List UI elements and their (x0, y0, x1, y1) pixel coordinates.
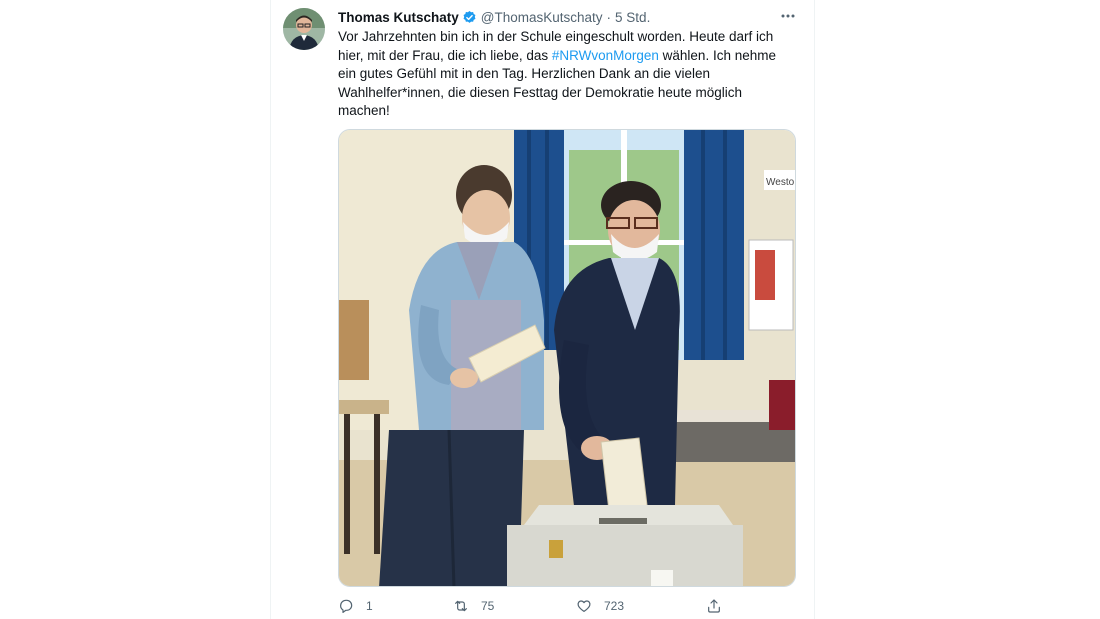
reply-button[interactable]: 1 (338, 598, 373, 614)
retweet-count: 75 (481, 599, 495, 613)
separator-dot: · (606, 9, 612, 25)
tweet-text: Vor Jahrzehnten bin ich in der Schule ei… (338, 28, 790, 121)
more-icon[interactable] (777, 6, 799, 26)
share-button[interactable] (706, 598, 722, 614)
tweet-photo[interactable]: Westo (338, 129, 796, 587)
hashtag-link[interactable]: #NRWvonMorgen (552, 48, 659, 63)
timeline-border-right (814, 0, 815, 619)
share-icon (708, 599, 720, 613)
author-name[interactable]: Thomas Kutschaty (338, 10, 459, 25)
author-handle[interactable]: @ThomasKutschaty (481, 10, 603, 25)
tweet-header: Thomas Kutschaty @ThomasKutschaty · 5 St… (338, 8, 650, 26)
avatar[interactable] (283, 8, 325, 50)
heart-icon (577, 600, 591, 612)
reply-count: 1 (366, 599, 373, 613)
like-count: 723 (604, 599, 625, 613)
like-button[interactable]: 723 (576, 598, 624, 614)
wall-sign-text: Westo (766, 177, 795, 188)
timestamp[interactable]: 5 Std. (615, 10, 650, 25)
timeline-border-left (270, 0, 271, 619)
tweet-actions: 1 75 723 (338, 598, 738, 618)
verified-badge-icon (462, 10, 477, 25)
reply-icon (340, 599, 353, 613)
retweet-icon (455, 600, 467, 612)
retweet-button[interactable]: 75 (453, 598, 494, 614)
